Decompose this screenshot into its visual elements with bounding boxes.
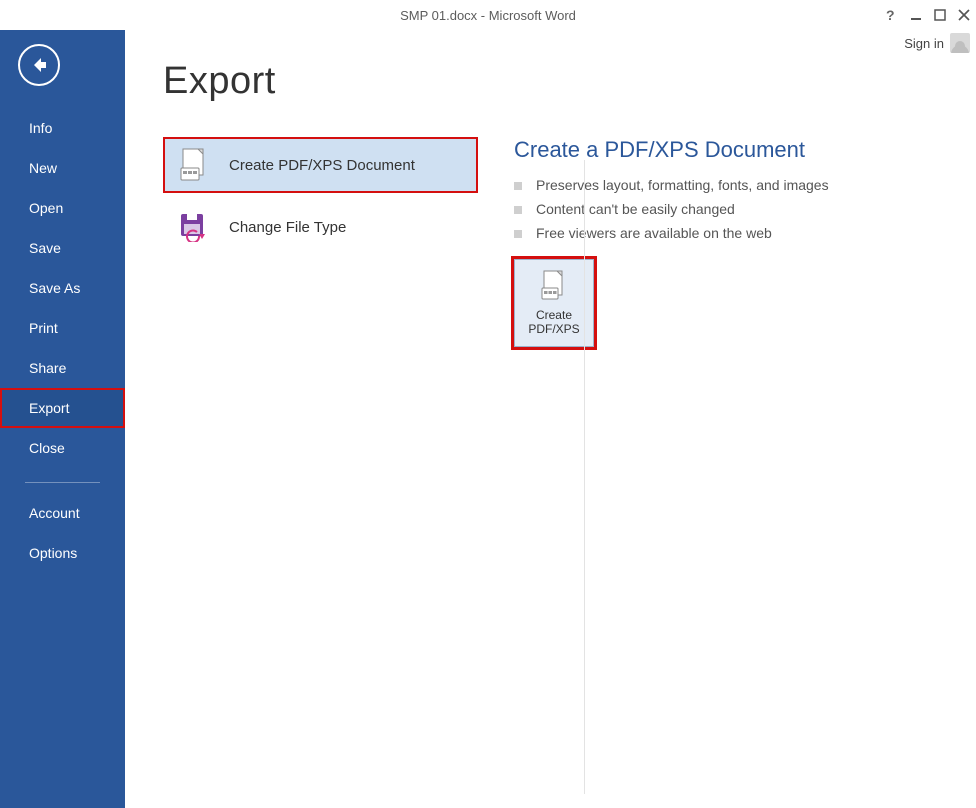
option-create-pdf-xps[interactable]: Create PDF/XPS Document [163, 137, 478, 193]
minimize-icon[interactable] [910, 9, 922, 21]
sidebar-item-label: Options [29, 545, 77, 561]
detail-heading: Create a PDF/XPS Document [514, 137, 956, 163]
page-title: Export [163, 60, 976, 103]
pdf-document-icon [540, 270, 568, 302]
pdf-document-icon [177, 148, 211, 182]
title-bar: SMP 01.docx - Microsoft Word ? [0, 0, 976, 30]
bullet-text: Free viewers are available on the web [536, 225, 772, 241]
back-button[interactable] [18, 44, 60, 86]
window-controls: ? [886, 0, 970, 30]
sidebar-item-label: Info [29, 120, 52, 136]
sidebar-separator [25, 482, 100, 483]
sidebar-item-label: Export [29, 400, 69, 416]
option-label: Change File Type [229, 219, 346, 236]
sidebar-item-new[interactable]: New [0, 148, 125, 188]
sidebar-item-options[interactable]: Options [0, 533, 125, 573]
sidebar-item-info[interactable]: Info [0, 108, 125, 148]
create-pdf-xps-button[interactable]: Create PDF/XPS [514, 259, 594, 347]
sidebar-item-label: New [29, 160, 57, 176]
floppy-swap-icon [177, 210, 211, 244]
option-label: Create PDF/XPS Document [229, 157, 415, 174]
detail-bullets: Preserves layout, formatting, fonts, and… [514, 177, 956, 241]
sidebar-item-print[interactable]: Print [0, 308, 125, 348]
window-title: SMP 01.docx - Microsoft Word [400, 8, 576, 23]
bullet-item: Content can't be easily changed [514, 201, 956, 217]
sidebar-item-label: Share [29, 360, 66, 376]
sidebar-item-export[interactable]: Export [0, 388, 125, 428]
bullet-text: Content can't be easily changed [536, 201, 735, 217]
sidebar-item-label: Save [29, 240, 61, 256]
maximize-icon[interactable] [934, 9, 946, 21]
bullet-icon [514, 206, 522, 214]
bullet-icon [514, 230, 522, 238]
sidebar-item-label: Save As [29, 280, 80, 296]
help-icon[interactable]: ? [886, 8, 898, 22]
sidebar-item-close[interactable]: Close [0, 428, 125, 468]
export-detail-column: Create a PDF/XPS Document Preserves layo… [478, 137, 976, 347]
sidebar-item-label: Account [29, 505, 80, 521]
sidebar-item-save[interactable]: Save [0, 228, 125, 268]
export-options-column: Create PDF/XPS Document [163, 137, 478, 347]
main-panel: Export [125, 30, 976, 808]
option-change-file-type[interactable]: Change File Type [163, 199, 478, 255]
sidebar-item-label: Open [29, 200, 63, 216]
bullet-item: Preserves layout, formatting, fonts, and… [514, 177, 956, 193]
sidebar-item-open[interactable]: Open [0, 188, 125, 228]
sidebar-item-label: Close [29, 440, 65, 456]
close-icon[interactable] [958, 9, 970, 21]
svg-text:?: ? [886, 8, 895, 22]
sidebar-item-save-as[interactable]: Save As [0, 268, 125, 308]
sidebar-item-account[interactable]: Account [0, 493, 125, 533]
backstage-sidebar: Info New Open Save Save As Print Share E… [0, 30, 125, 808]
bullet-item: Free viewers are available on the web [514, 225, 956, 241]
button-label: Create PDF/XPS [528, 308, 579, 337]
sidebar-item-label: Print [29, 320, 58, 336]
arrow-left-icon [29, 55, 49, 75]
sidebar-item-share[interactable]: Share [0, 348, 125, 388]
vertical-divider [584, 160, 585, 794]
bullet-icon [514, 182, 522, 190]
bullet-text: Preserves layout, formatting, fonts, and… [536, 177, 829, 193]
